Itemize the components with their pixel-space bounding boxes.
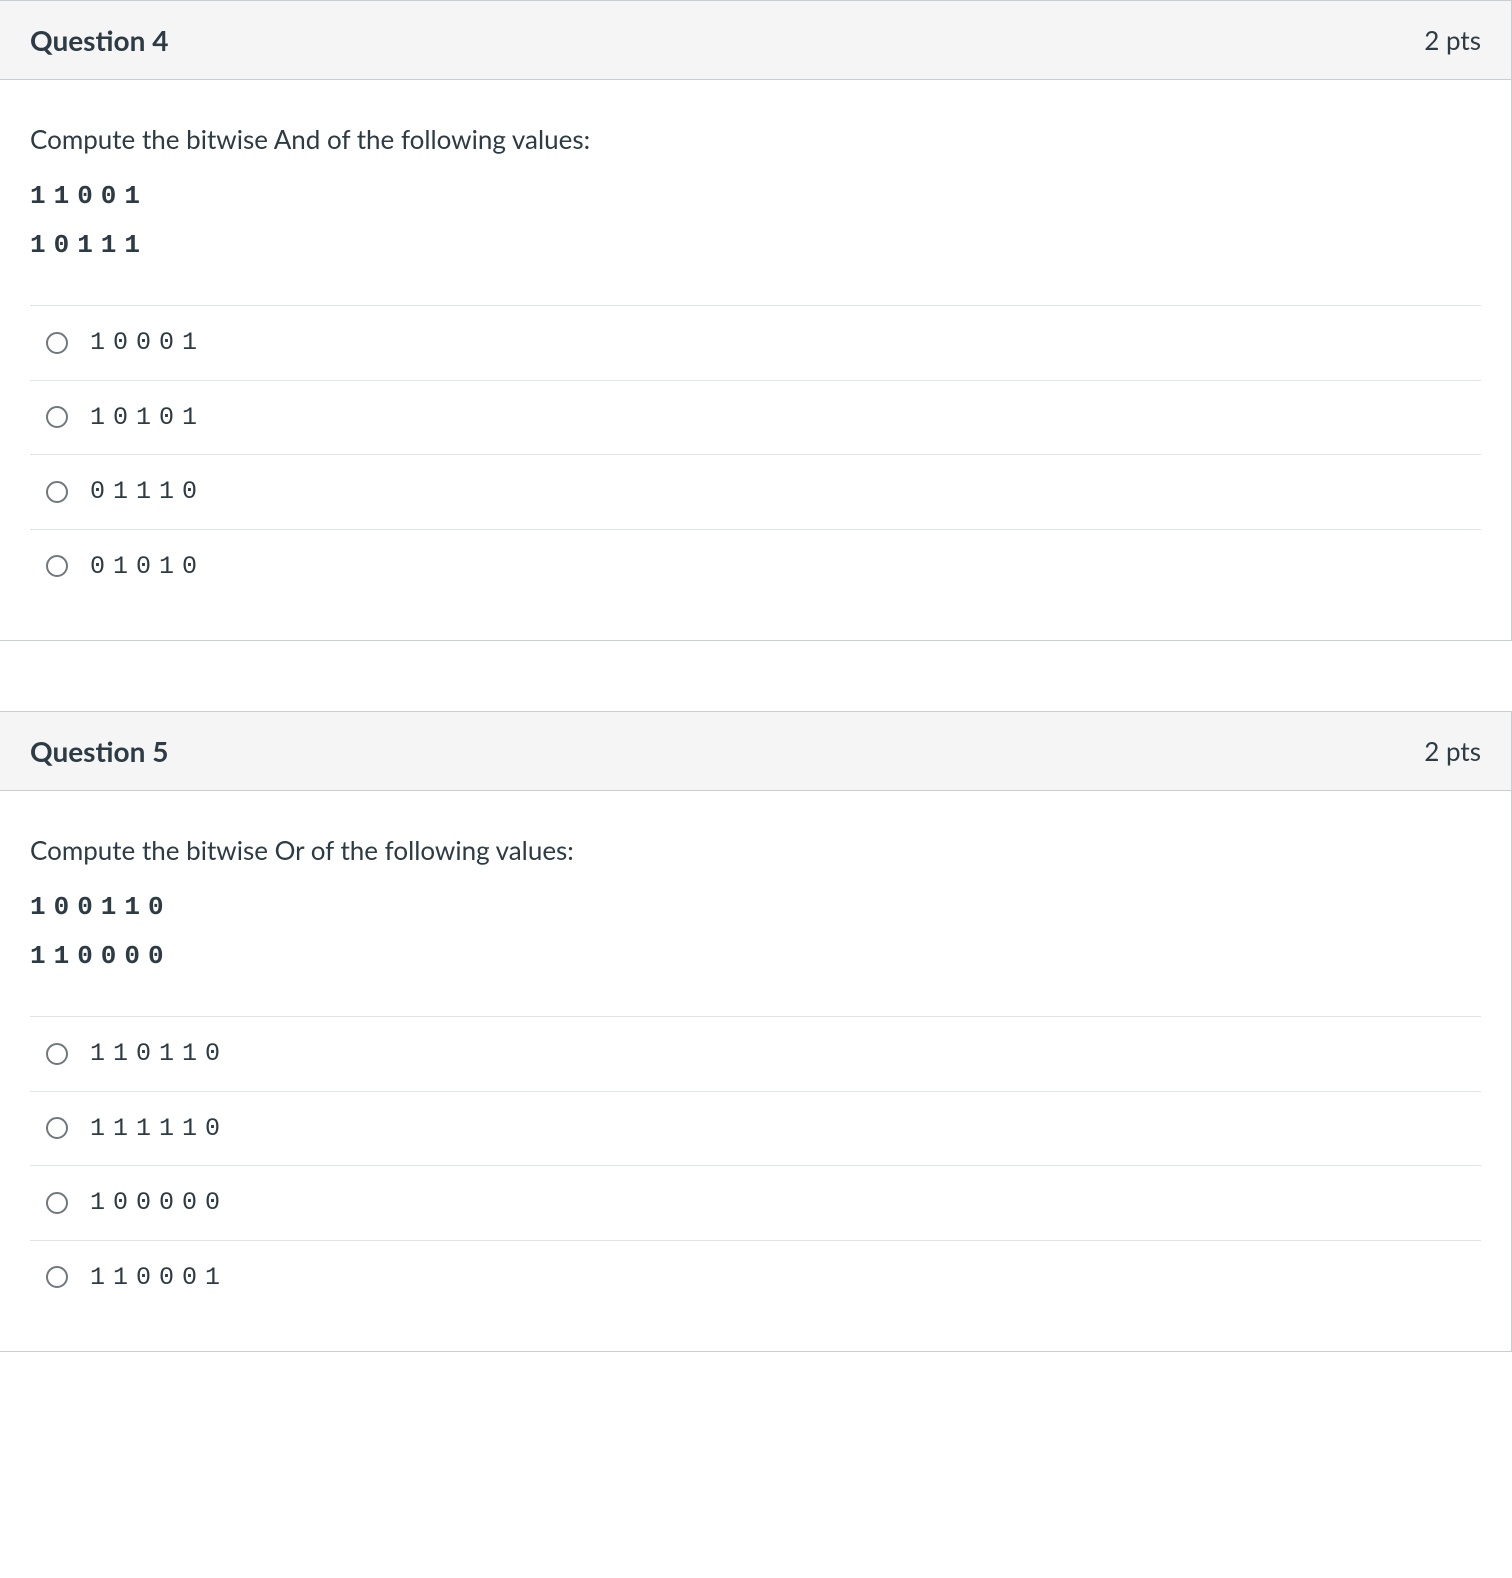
option-label[interactable]: 110110 <box>90 1035 228 1073</box>
option-label[interactable]: 10101 <box>90 399 205 437</box>
question-prompt: Compute the bitwise Or of the following … <box>30 831 1481 870</box>
radio-input[interactable] <box>46 1117 68 1139</box>
question-title: Question 5 <box>30 730 168 772</box>
question-body: Compute the bitwise And of the following… <box>0 80 1511 640</box>
question-points: 2 pts <box>1424 732 1481 771</box>
radio-input[interactable] <box>46 1043 68 1065</box>
option-label[interactable]: 10001 <box>90 324 205 362</box>
options-list: 110110 111110 100000 110001 <box>30 1016 1481 1321</box>
option-row[interactable]: 10101 <box>30 380 1481 455</box>
question-points: 2 pts <box>1424 21 1481 60</box>
radio-input[interactable] <box>46 481 68 503</box>
option-label[interactable]: 110001 <box>90 1259 228 1297</box>
radio-input[interactable] <box>46 332 68 354</box>
question-title: Question 4 <box>30 19 168 61</box>
option-label[interactable]: 111110 <box>90 1110 228 1148</box>
question-body: Compute the bitwise Or of the following … <box>0 791 1511 1351</box>
binary-value-2: 110000 <box>30 937 1481 976</box>
question-card: Question 4 2 pts Compute the bitwise And… <box>0 0 1512 641</box>
radio-input[interactable] <box>46 1266 68 1288</box>
question-header: Question 5 2 pts <box>0 712 1511 791</box>
binary-value-2: 10111 <box>30 226 1481 265</box>
radio-input[interactable] <box>46 555 68 577</box>
option-row[interactable]: 10001 <box>30 305 1481 380</box>
option-label[interactable]: 100000 <box>90 1184 228 1222</box>
option-row[interactable]: 01110 <box>30 454 1481 529</box>
option-row[interactable]: 100000 <box>30 1165 1481 1240</box>
binary-value-1: 11001 <box>30 177 1481 216</box>
options-list: 10001 10101 01110 01010 <box>30 305 1481 610</box>
question-prompt: Compute the bitwise And of the following… <box>30 120 1481 159</box>
option-label[interactable]: 01010 <box>90 548 205 586</box>
option-row[interactable]: 111110 <box>30 1091 1481 1166</box>
option-row[interactable]: 01010 <box>30 529 1481 611</box>
radio-input[interactable] <box>46 406 68 428</box>
radio-input[interactable] <box>46 1192 68 1214</box>
option-row[interactable]: 110110 <box>30 1016 1481 1091</box>
question-header: Question 4 2 pts <box>0 1 1511 80</box>
option-label[interactable]: 01110 <box>90 473 205 511</box>
binary-value-1: 100110 <box>30 888 1481 927</box>
option-row[interactable]: 110001 <box>30 1240 1481 1322</box>
question-card: Question 5 2 pts Compute the bitwise Or … <box>0 711 1512 1352</box>
